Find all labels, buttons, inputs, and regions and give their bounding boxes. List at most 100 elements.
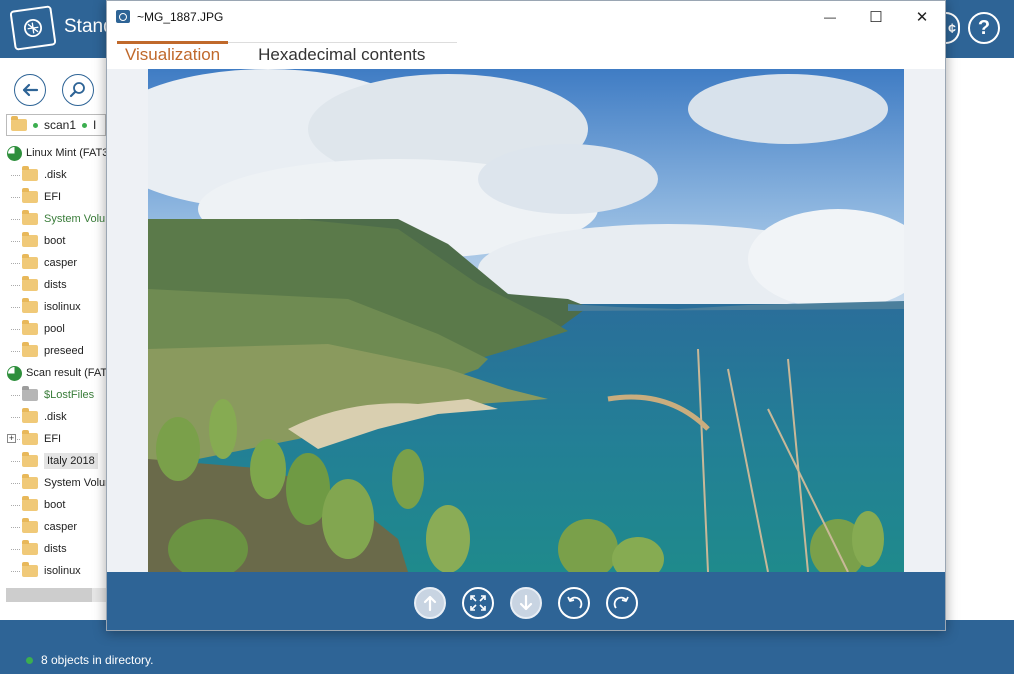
tree-item-label: EFI (44, 191, 62, 203)
rotate-cw-icon (613, 596, 629, 609)
folder-icon (22, 474, 38, 489)
tree-item-label: .disk (44, 169, 67, 181)
tree-folder-item[interactable]: + EFI (0, 428, 106, 450)
file-preview-dialog: ~MG_1887.JPG — ☐ ✕ Visualization Hexadec… (106, 0, 946, 631)
search-icon (69, 82, 85, 98)
app-icon (116, 10, 130, 23)
expand-toggle-icon[interactable]: + (7, 434, 16, 443)
fit-to-screen-button[interactable] (462, 587, 494, 619)
tree-item-label: Italy 2018 (44, 453, 98, 469)
tree-folder-item[interactable]: boot (0, 494, 106, 516)
tree-folder-item[interactable]: pool (0, 318, 106, 340)
search-button[interactable] (62, 74, 94, 106)
next-button[interactable] (510, 587, 542, 619)
folder-icon (22, 452, 38, 467)
arrow-left-icon (22, 83, 39, 97)
folder-icon (22, 386, 38, 401)
close-button[interactable]: ✕ (899, 1, 945, 32)
landscape-photo-icon (148, 69, 904, 572)
drive-usage-icon (7, 365, 22, 381)
tree-item-label: preseed (44, 345, 84, 357)
tree-folder-item[interactable]: .disk (0, 164, 106, 186)
folder-icon (22, 298, 38, 313)
help-button[interactable]: ? (968, 12, 1000, 44)
tree-folder-item[interactable]: isolinux (0, 560, 106, 582)
folder-icon (22, 232, 38, 247)
folder-icon (22, 430, 38, 445)
folder-icon (22, 518, 38, 533)
tree-root-item[interactable]: Scan result (FAT (0, 362, 106, 384)
previous-button[interactable] (414, 587, 446, 619)
rotate-right-button[interactable] (606, 587, 638, 619)
tree-item-label: pool (44, 323, 65, 335)
app-logo-icon (9, 5, 57, 51)
tree-folder-item[interactable]: dists (0, 274, 106, 296)
status-dot-icon (82, 122, 88, 128)
folder-icon (22, 496, 38, 511)
tree-item-label: Scan result (FAT (26, 367, 106, 379)
folder-icon (22, 254, 38, 269)
status-text: 8 objects in directory. (41, 653, 154, 667)
tree-folder-item[interactable]: casper (0, 252, 106, 274)
dialog-titlebar[interactable]: ~MG_1887.JPG — ☐ ✕ (107, 1, 945, 32)
path-segment[interactable]: I (93, 118, 96, 132)
maximize-button[interactable]: ☐ (853, 1, 899, 32)
tree-item-label: dists (44, 543, 67, 555)
tree-folder-item[interactable]: System Volur (0, 472, 106, 494)
status-message: 8 objects in directory. (26, 653, 154, 667)
folder-icon (22, 166, 38, 181)
tree-item-label: boot (44, 499, 66, 511)
image-viewer (107, 69, 945, 572)
folder-icon (22, 320, 38, 335)
tree-folder-item[interactable]: casper (0, 516, 106, 538)
tree-item-label: EFI (44, 433, 62, 445)
tree-item-label: isolinux (44, 565, 81, 577)
tree-root-item[interactable]: Linux Mint (FAT3 (0, 142, 106, 164)
tree-item-label: .disk (44, 411, 67, 423)
tree-folder-item[interactable]: Italy 2018 (0, 450, 106, 472)
status-dot-icon (26, 656, 33, 664)
tree-item-label: System Volu (44, 213, 106, 225)
tree-horizontal-scrollbar[interactable] (6, 588, 106, 602)
back-button[interactable] (14, 74, 46, 106)
path-segment[interactable]: scan1 (44, 118, 76, 132)
folder-icon (22, 408, 38, 423)
tab-bar: Visualization Hexadecimal contents (117, 37, 455, 71)
main-panel-edge (946, 58, 1014, 620)
tree-folder-item[interactable]: .disk (0, 406, 106, 428)
tree-item-label: isolinux (44, 301, 81, 313)
status-dot-icon (33, 122, 38, 128)
tree-item-label: Linux Mint (FAT3 (26, 147, 106, 159)
tree-item-label: casper (44, 257, 78, 269)
tree-folder-item[interactable]: boot (0, 230, 106, 252)
folder-tree: Linux Mint (FAT3 .disk EFI System Volu boot c… (0, 142, 106, 602)
rotate-left-button[interactable] (558, 587, 590, 619)
expand-icon (470, 595, 486, 611)
dialog-title: ~MG_1887.JPG (137, 10, 224, 24)
folder-icon (22, 276, 38, 291)
tree-folder-item[interactable]: isolinux (0, 296, 106, 318)
tree-item-label: System Volur (44, 477, 106, 489)
tab-hexadecimal[interactable]: Hexadecimal contents (250, 37, 433, 71)
tree-item-label: dists (44, 279, 67, 291)
minimize-button[interactable]: — (807, 1, 853, 32)
settings-button[interactable]: ¢ (946, 12, 960, 44)
folder-icon (22, 562, 38, 577)
arrow-up-icon (423, 595, 437, 612)
tree-folder-item[interactable]: EFI (0, 186, 106, 208)
folder-icon (22, 342, 38, 357)
drive-usage-icon (7, 145, 22, 161)
tree-item-label: $LostFiles (44, 389, 95, 401)
tree-folder-item[interactable]: System Volu (0, 208, 106, 230)
path-bar[interactable]: scan1 I (6, 114, 106, 136)
tree-folder-item[interactable]: $LostFiles (0, 384, 106, 406)
scrollbar-thumb[interactable] (6, 588, 92, 602)
tab-visualization[interactable]: Visualization (117, 37, 229, 71)
folder-icon (11, 116, 27, 131)
tree-folder-item[interactable]: preseed (0, 340, 106, 362)
tree-item-label: casper (44, 521, 78, 533)
folder-icon (22, 540, 38, 555)
tree-item-label: boot (44, 235, 66, 247)
folder-icon (22, 188, 38, 203)
tree-folder-item[interactable]: dists (0, 538, 106, 560)
